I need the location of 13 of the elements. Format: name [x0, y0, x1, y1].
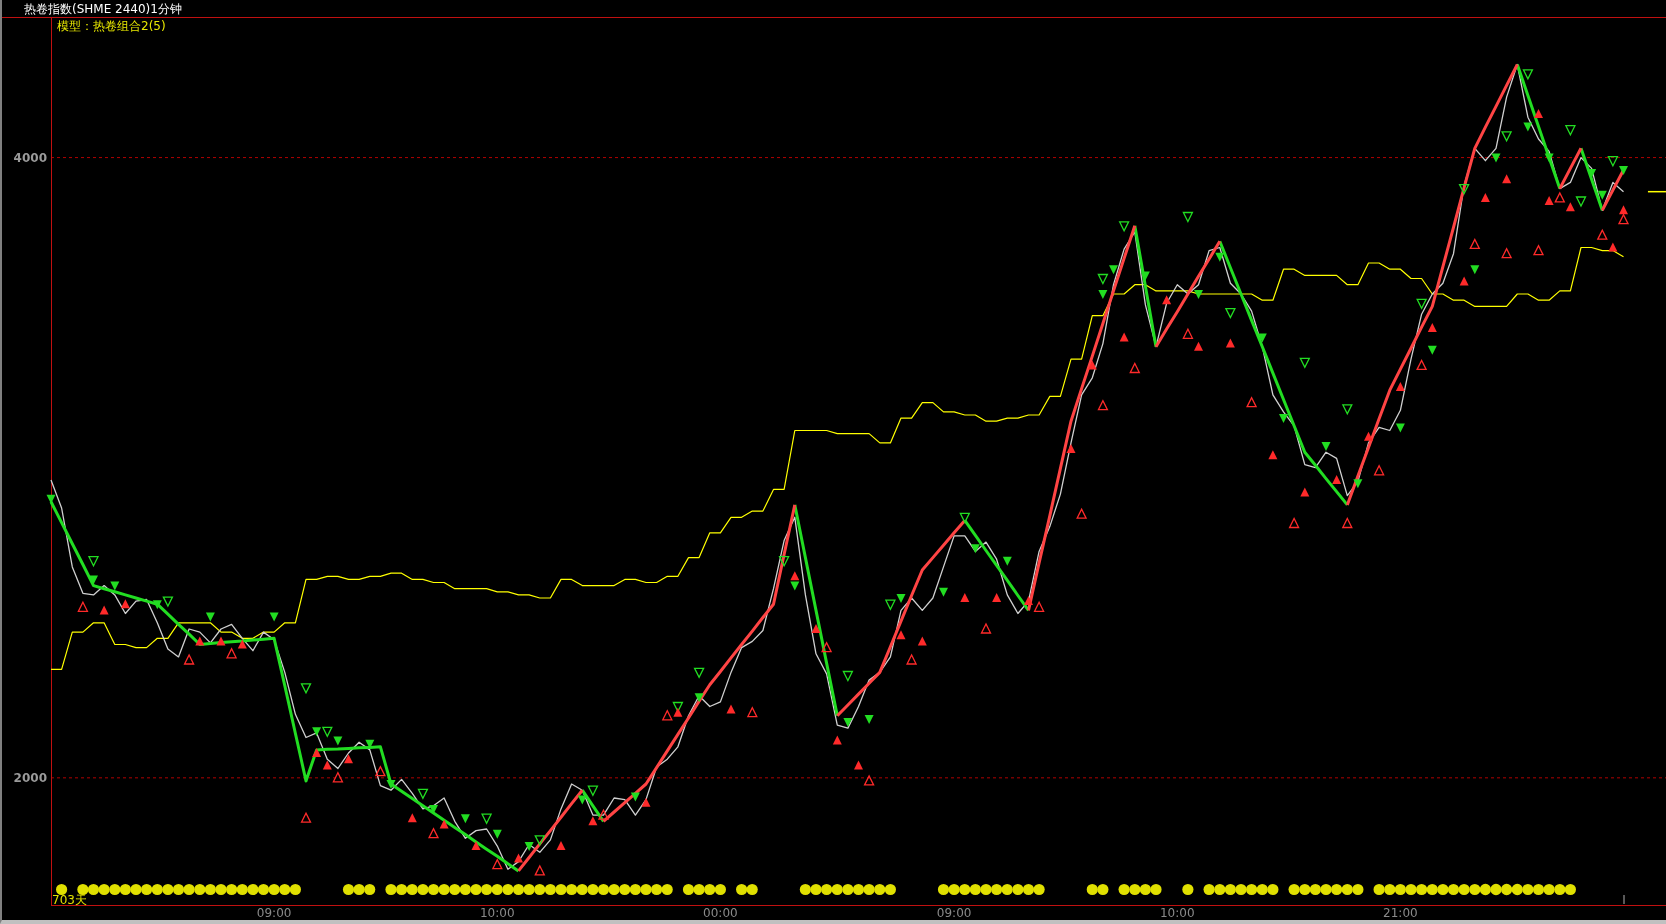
price-level-tick — [1647, 190, 1666, 193]
x-axis-label: 09:00 — [256, 906, 292, 920]
x-axis-label: 00:00 — [703, 906, 738, 920]
x-axis-label: 21:00 — [1383, 906, 1418, 920]
day-count-label: 703天 — [52, 893, 87, 907]
y-axis-label: 2000 — [13, 770, 47, 785]
window-title: 热卷指数(SHME 2440)1分钟 — [24, 1, 182, 16]
end-tick — [1623, 895, 1625, 904]
x-axis-label: 09:00 — [936, 906, 972, 920]
y-axis-label: 4000 — [13, 150, 47, 165]
x-axis-label: 10:00 — [479, 906, 515, 920]
model-label: 模型：热卷组合2(5) — [57, 19, 166, 33]
x-axis-label: 10:00 — [1159, 906, 1195, 920]
